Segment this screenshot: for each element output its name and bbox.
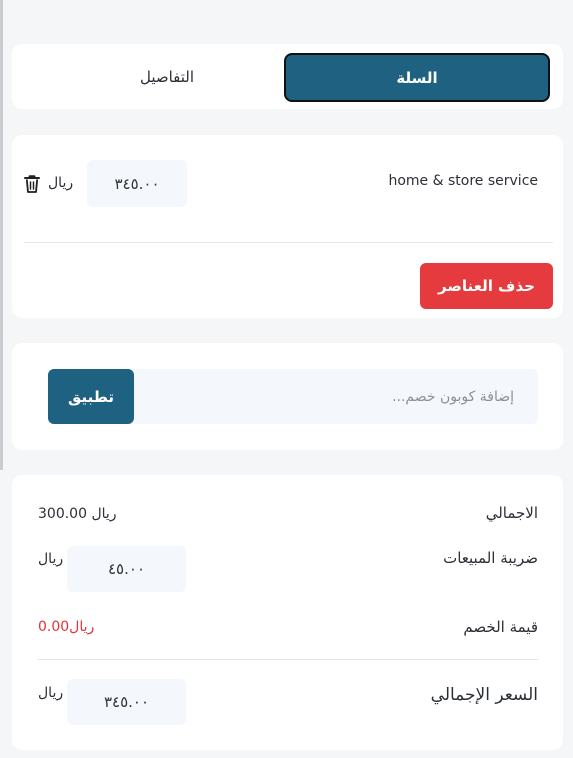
tab-cart[interactable]: السلة bbox=[284, 53, 550, 102]
delete-items-button[interactable]: حذف العناصر bbox=[420, 263, 553, 309]
coupon-card: تطبيق bbox=[12, 343, 563, 450]
cart-items-card: home & store service ٣٤٥.٠٠ ريال حذف الع… bbox=[12, 135, 563, 318]
tab-details[interactable]: التفاصيل bbox=[52, 53, 282, 100]
grand-total-label: السعر الإجمالي bbox=[430, 685, 538, 705]
tax-label: ضريبة المبيعات bbox=[443, 549, 538, 567]
trash-icon[interactable] bbox=[23, 174, 41, 194]
grand-total-box: ٣٤٥.٠٠ bbox=[67, 679, 186, 725]
tax-currency: ريال bbox=[38, 551, 64, 567]
order-summary-card: الاجمالي 300.00 ريال ضريبة المبيعات ٤٥.٠… bbox=[12, 475, 563, 750]
scroll-edge bbox=[0, 0, 3, 470]
tax-value-box: ٤٥.٠٠ bbox=[67, 546, 186, 592]
grand-total-value: ٣٤٥.٠٠ bbox=[103, 693, 150, 711]
discount-label: قيمة الخصم bbox=[463, 618, 538, 636]
grand-total-currency: ريال bbox=[38, 685, 64, 701]
summary-divider bbox=[38, 659, 538, 660]
item-name: home & store service bbox=[388, 173, 538, 189]
coupon-input[interactable] bbox=[134, 369, 538, 424]
tabs-card: السلة التفاصيل bbox=[12, 44, 563, 109]
total-value: 300.00 ريال bbox=[38, 506, 117, 522]
tax-value: ٤٥.٠٠ bbox=[108, 560, 145, 578]
item-currency: ريال bbox=[48, 175, 74, 191]
item-price: ٣٤٥.٠٠ bbox=[114, 174, 160, 193]
total-label: الاجمالي bbox=[485, 504, 538, 522]
apply-coupon-button[interactable]: تطبيق bbox=[48, 369, 134, 424]
item-divider bbox=[24, 242, 553, 243]
item-price-box: ٣٤٥.٠٠ bbox=[87, 160, 187, 207]
discount-value: 0.00ريال bbox=[38, 619, 95, 635]
